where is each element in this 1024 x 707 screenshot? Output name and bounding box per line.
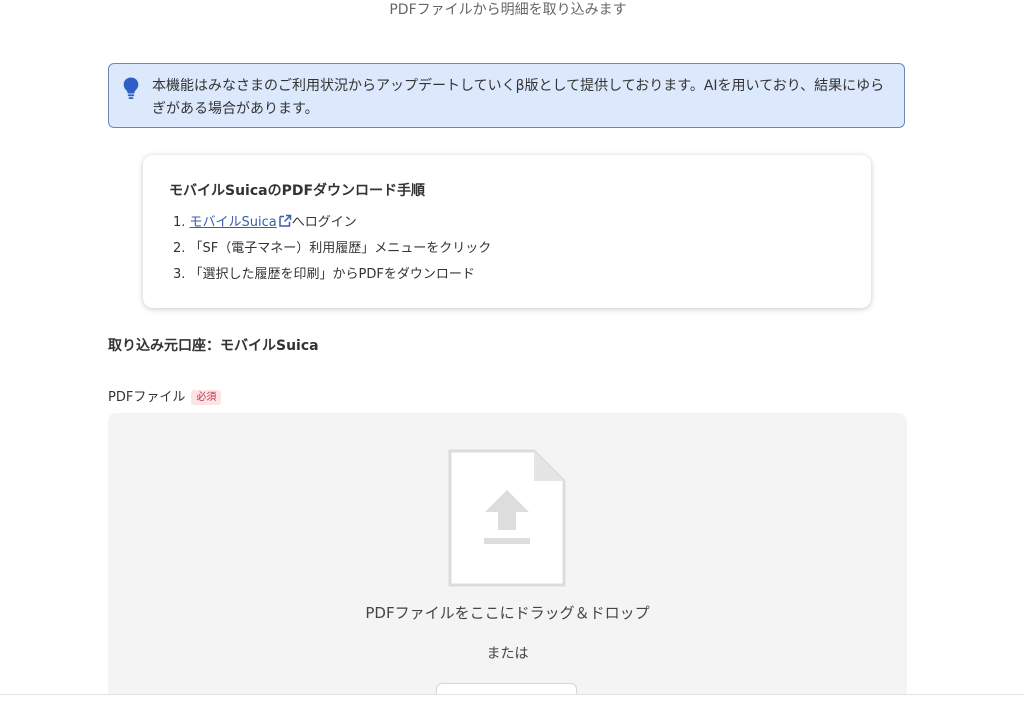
drop-instruction: PDFファイルをここにドラッグ＆ドロップ	[365, 604, 650, 622]
download-guide-card: モバイルSuicaのPDFダウンロード手順 1. モバイルSuica へログイン …	[143, 155, 871, 308]
mobile-suica-link[interactable]: モバイルSuica	[189, 214, 292, 230]
bottom-bar	[0, 694, 1024, 707]
import-source-label: 取り込み元口座：モバイルSuica	[108, 338, 319, 354]
pdf-label-text: PDFファイル	[108, 390, 186, 405]
guide-steps: 1. モバイルSuica へログイン 2. 「SF（電子マネー）利用履歴」メニュー…	[173, 210, 491, 288]
guide-title: モバイルSuicaのPDFダウンロード手順	[169, 183, 426, 199]
step-text: へログイン	[291, 215, 357, 230]
guide-step-2: 2. 「SF（電子マネー）利用履歴」メニューをクリック	[173, 236, 491, 262]
guide-step-1: 1. モバイルSuica へログイン	[173, 210, 491, 236]
pdf-field-label: PDFファイル 必須	[108, 388, 222, 408]
page: PDFファイルから明細を取り込みます 本機能はみなさまのご利用状況からアップデー…	[0, 0, 1024, 707]
lightbulb-icon	[123, 77, 139, 99]
step-text: 「SF（電子マネー）利用履歴」メニューをクリック	[189, 241, 492, 256]
step-number: 1.	[173, 215, 186, 230]
notice-text: 本機能はみなさまのご利用状況からアップデートしていくβ版として提供しております。…	[152, 78, 885, 117]
step-number: 3.	[173, 267, 186, 282]
step-text: 「選択した履歴を印刷」からPDFをダウンロード	[189, 267, 475, 282]
or-text: または	[486, 646, 529, 662]
step-number: 2.	[173, 241, 186, 256]
beta-notice: 本機能はみなさまのご利用状況からアップデートしていくβ版として提供しております。…	[108, 63, 905, 128]
pdf-dropzone[interactable]: PDFファイルをここにドラッグ＆ドロップ または	[108, 413, 907, 707]
required-badge: 必須	[191, 390, 222, 405]
guide-step-3: 3. 「選択した履歴を印刷」からPDFをダウンロード	[173, 262, 491, 288]
external-link-icon	[279, 214, 292, 227]
link-label: モバイルSuica	[189, 215, 277, 230]
file-upload-icon	[448, 449, 566, 587]
page-title: PDFファイルから明細を取り込みます	[389, 2, 627, 18]
